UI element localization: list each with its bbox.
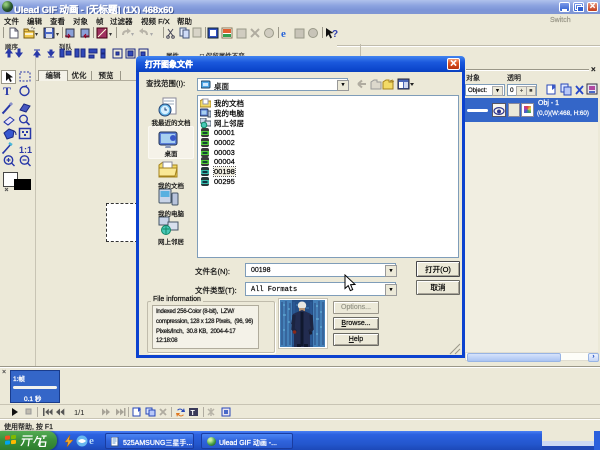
svg-text:▾: ▾ xyxy=(56,32,59,38)
svg-text:▾: ▾ xyxy=(150,32,153,38)
svg-text:e: e xyxy=(89,435,94,446)
svg-text:1/1: 1/1 xyxy=(74,408,84,417)
svg-text:1:1: 1:1 xyxy=(19,145,32,155)
svg-text:▾: ▾ xyxy=(131,32,134,38)
svg-text:▾: ▾ xyxy=(109,32,112,38)
svg-text:T: T xyxy=(191,410,196,417)
svg-text:e: e xyxy=(281,28,286,40)
svg-text:?: ? xyxy=(332,29,338,40)
svg-text:T: T xyxy=(3,84,11,98)
svg-text:▾: ▾ xyxy=(35,32,38,38)
